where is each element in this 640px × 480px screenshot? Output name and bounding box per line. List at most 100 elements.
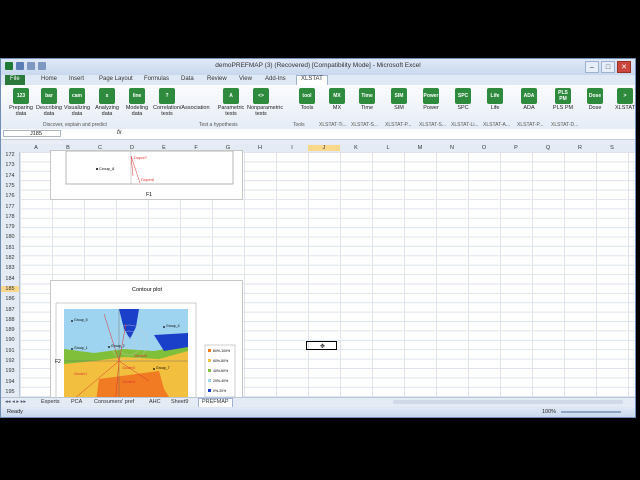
row-header-176[interactable]: 176 xyxy=(1,193,19,199)
ribbon-group-label-2: Tools xyxy=(293,122,305,128)
sheet-tab-sheet9[interactable]: Sheet9 xyxy=(171,399,188,405)
maximize-icon[interactable]: □ xyxy=(601,61,615,73)
zoom-slider[interactable] xyxy=(561,411,621,413)
row-header-181[interactable]: 181 xyxy=(1,245,19,251)
top-chart-label-duper6: Duper6 xyxy=(141,177,155,182)
row-header-194[interactable]: 194 xyxy=(1,379,19,385)
ribbon-button-1[interactable]: bar Describing data xyxy=(35,88,63,117)
tab-page-layout[interactable]: Page Layout xyxy=(99,76,133,82)
column-header-h[interactable]: H xyxy=(244,145,276,151)
ribbon-button-7[interactable]: <> Nonparametric tests xyxy=(247,88,283,117)
ribbon-button-10[interactable]: Time Time xyxy=(353,88,381,111)
ribbon-button-icon-2: cam xyxy=(69,88,85,104)
ribbon-button-3[interactable]: x Analyzing data xyxy=(93,88,121,117)
row-header-191[interactable]: 191 xyxy=(1,348,19,354)
row-header-183[interactable]: 183 xyxy=(1,265,19,271)
row-header-184[interactable]: 184 xyxy=(1,276,19,282)
ribbon-group-label-0: Discover, explain and predict xyxy=(43,122,107,128)
column-header-m[interactable]: M xyxy=(404,145,436,151)
sheet-tab-experts[interactable]: Experts xyxy=(41,399,60,405)
row-header-177[interactable]: 177 xyxy=(1,204,19,210)
ribbon-group-label-9: XLSTAT-P... xyxy=(517,122,544,128)
column-header-q[interactable]: Q xyxy=(532,145,564,151)
minimize-icon[interactable]: – xyxy=(585,61,599,73)
row-header-175[interactable]: 175 xyxy=(1,183,19,189)
row-header-185[interactable]: 185 xyxy=(1,285,19,292)
ribbon-button-15[interactable]: ADA ADA xyxy=(515,88,543,111)
ribbon-button-16[interactable]: PLS PM PLS PM xyxy=(549,88,577,111)
sheet-tab-ahc[interactable]: AHC xyxy=(149,399,161,405)
row-header-193[interactable]: 193 xyxy=(1,368,19,374)
ribbon-button-14[interactable]: Life Life xyxy=(481,88,509,111)
legend-swatch-3 xyxy=(208,379,211,382)
ribbon-button-11[interactable]: SIM SIM xyxy=(385,88,413,111)
ribbon-button-12[interactable]: Power Power xyxy=(417,88,445,111)
row-header-192[interactable]: 192 xyxy=(1,358,19,364)
legend-swatch-1 xyxy=(208,359,211,362)
row-header-179[interactable]: 179 xyxy=(1,224,19,230)
row-header-195[interactable]: 195 xyxy=(1,389,19,395)
ribbon-button-6[interactable]: A Parametric tests xyxy=(217,88,245,117)
row-header-182[interactable]: 182 xyxy=(1,255,19,261)
selected-cell-j185[interactable]: ✥ xyxy=(306,341,337,350)
row-header-189[interactable]: 189 xyxy=(1,327,19,333)
ribbon-button-13[interactable]: SPC SPC xyxy=(449,88,477,111)
ribbon-button-label-10: Time xyxy=(360,105,374,111)
ribbon-button-icon-12: Power xyxy=(423,88,439,104)
ribbon-group-label-5: XLSTAT-P... xyxy=(385,122,412,128)
row-header-178[interactable]: 178 xyxy=(1,214,19,220)
column-header-n[interactable]: N xyxy=(436,145,468,151)
ribbon-button-icon-16: PLS PM xyxy=(555,88,571,104)
worksheet-grid[interactable]: Dupre7 Croup_8 Duper6 F1 Contour plot Gr… xyxy=(20,150,635,417)
close-icon[interactable]: ✕ xyxy=(617,61,631,73)
name-box[interactable]: J185 xyxy=(3,130,61,137)
tab-formulas[interactable]: Formulas xyxy=(144,76,169,82)
ribbon-button-0[interactable]: 123 Preparing data xyxy=(7,88,35,117)
contour-chart-ylabel: F2 xyxy=(55,359,61,365)
row-header-190[interactable]: 190 xyxy=(1,337,19,343)
ribbon-button-8[interactable]: tool Tools xyxy=(293,88,321,111)
ribbon-button-5[interactable]: ? Correlation/Association tests xyxy=(153,88,210,117)
cursor-icon: ✥ xyxy=(320,344,326,350)
column-header-s[interactable]: S xyxy=(596,145,628,151)
tab-view[interactable]: View xyxy=(239,76,252,82)
tab-review[interactable]: Review xyxy=(207,76,227,82)
sheet-tab-pca[interactable]: PCA xyxy=(71,399,82,405)
legend-swatch-2 xyxy=(208,369,211,372)
column-header-r[interactable]: R xyxy=(564,145,596,151)
row-header-186[interactable]: 186 xyxy=(1,296,19,302)
ribbon-button-17[interactable]: Dose Dose xyxy=(581,88,609,111)
row-header-188[interactable]: 188 xyxy=(1,317,19,323)
ribbon-button-4[interactable]: line Modeling data xyxy=(123,88,151,117)
tab-file[interactable]: File xyxy=(5,75,25,85)
ribbon-button-label-3: Analyzing data xyxy=(95,105,119,117)
tab-home[interactable]: Home xyxy=(41,76,57,82)
column-header-p[interactable]: P xyxy=(500,145,532,151)
row-header-173[interactable]: 173 xyxy=(1,162,19,168)
top-chart[interactable]: Dupre7 Croup_8 Duper6 F1 xyxy=(50,150,243,200)
column-header-j[interactable]: J xyxy=(308,145,340,151)
zoom-level[interactable]: 100% xyxy=(542,409,556,415)
column-header-a[interactable]: A xyxy=(20,145,52,151)
fx-icon[interactable]: fx xyxy=(117,130,122,136)
sheet-tab-consumers-pref[interactable]: Consumers' pref xyxy=(94,399,134,405)
row-header-180[interactable]: 180 xyxy=(1,234,19,240)
tab-insert[interactable]: Insert xyxy=(69,76,84,82)
ribbon-button-label-14: Life xyxy=(490,105,500,111)
column-header-o[interactable]: O xyxy=(468,145,500,151)
horizontal-scrollbar[interactable] xyxy=(393,400,623,404)
tab-add-ins[interactable]: Add-Ins xyxy=(265,76,286,82)
column-header-l[interactable]: L xyxy=(372,145,404,151)
column-header-i[interactable]: I xyxy=(276,145,308,151)
sheet-nav-icon[interactable]: ◂◂ ◂ ▸ ▸▸ xyxy=(5,399,26,405)
row-header-174[interactable]: 174 xyxy=(1,173,19,179)
column-header-k[interactable]: K xyxy=(340,145,372,151)
ribbon-button-icon-9: MX xyxy=(329,88,345,104)
tab-data[interactable]: Data xyxy=(181,76,194,82)
row-header-187[interactable]: 187 xyxy=(1,307,19,313)
row-header-172[interactable]: 172 xyxy=(1,152,19,158)
ribbon: 123 Preparing data bar Describing data cam Vi… xyxy=(1,85,635,130)
ribbon-button-18[interactable]: > XLSTAT xyxy=(611,88,635,111)
ribbon-button-9[interactable]: MX MX xyxy=(323,88,351,111)
ribbon-button-2[interactable]: cam Visualizing data xyxy=(63,88,91,117)
